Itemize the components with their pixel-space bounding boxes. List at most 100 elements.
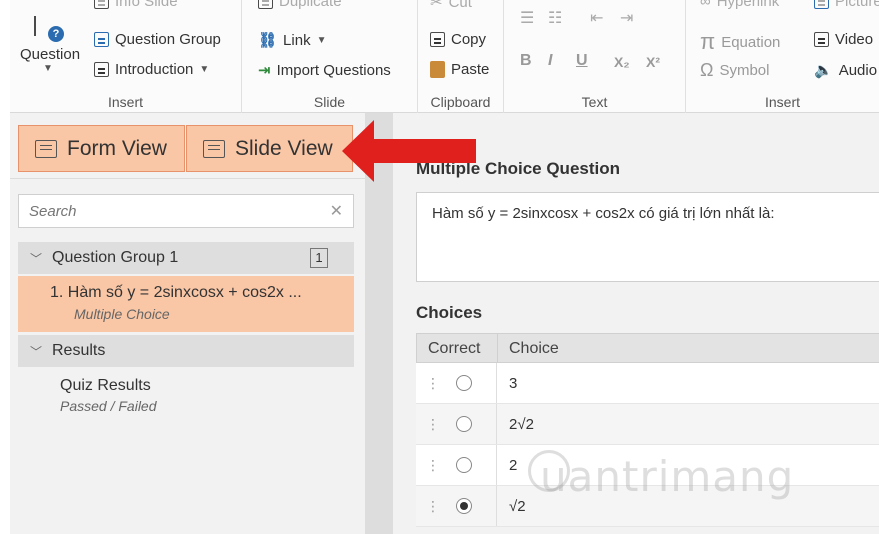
search-input[interactable] xyxy=(29,202,330,220)
group-label-insert-media: Insert xyxy=(764,94,800,110)
question-group-label: Question Group xyxy=(115,31,221,48)
introduction-button[interactable]: Introduction ▼ xyxy=(94,61,209,78)
ribbon-group-insert: ? Question ▼ Info Slide Question Group I… xyxy=(10,0,242,113)
question-button[interactable]: ? Question ▼ xyxy=(20,4,80,74)
correct-radio[interactable] xyxy=(456,416,472,432)
info-slide-button[interactable]: Info Slide xyxy=(94,0,178,10)
clear-icon[interactable]: ✕ xyxy=(330,201,343,221)
results-group-row[interactable]: ﹀ Results xyxy=(18,335,354,367)
correct-radio[interactable] xyxy=(456,375,472,391)
bullet-list-icon[interactable]: ☰ xyxy=(520,8,534,28)
question-group-icon xyxy=(94,32,109,47)
decrease-indent-icon[interactable]: ⇤ xyxy=(590,8,603,28)
search-box: ✕ xyxy=(18,194,354,228)
symbol-button[interactable]: Ω Symbol xyxy=(700,60,770,81)
question-group-row[interactable]: ﹀ Question Group 1 1 xyxy=(18,242,354,274)
chevron-down-icon[interactable]: ﹀ xyxy=(30,343,52,360)
ribbon-group-slide: Duplicate ⛓ Link ▼ ⇥ Import Questions Sl… xyxy=(242,0,418,113)
ribbon: ? Question ▼ Info Slide Question Group I… xyxy=(10,0,879,113)
paste-label: Paste xyxy=(451,61,490,78)
copy-button[interactable]: Copy xyxy=(430,31,486,48)
form-view-icon xyxy=(35,139,57,158)
form-view-tab[interactable]: Form View xyxy=(18,125,185,172)
picture-button[interactable]: Picture xyxy=(814,0,879,10)
form-view-label: Form View xyxy=(67,136,167,160)
group-label-slide: Slide xyxy=(313,94,346,110)
subscript-button[interactable]: X₂ xyxy=(614,54,630,70)
slide-view-label: Slide View xyxy=(235,136,333,160)
column-header-choice: Choice xyxy=(509,340,559,357)
ribbon-group-clipboard: ✂ Cut Copy Paste Clipboard xyxy=(418,0,504,113)
audio-label: Audio xyxy=(838,61,878,79)
chevron-down-icon: ▼ xyxy=(316,34,327,46)
question-item-type: Multiple Choice xyxy=(74,306,170,322)
chevron-down-icon[interactable]: ﹀ xyxy=(30,250,52,267)
import-icon: ⇥ xyxy=(258,62,271,79)
numbered-list-icon[interactable]: ☷ xyxy=(548,8,562,28)
question-list-item[interactable]: 1. Hàm số y = 2sinxcosx + cos2x ... Mult… xyxy=(18,276,354,332)
video-label: Video xyxy=(835,31,874,48)
question-list-panel: Form View Slide View ✕ ﹀ Question Group … xyxy=(10,113,365,534)
import-questions-label: Import Questions xyxy=(276,61,391,79)
group-label-clipboard: Clipboard xyxy=(430,94,491,110)
drag-handle-icon[interactable]: ⋮ xyxy=(426,376,440,390)
slide-view-icon xyxy=(203,139,225,158)
results-header: Results xyxy=(52,342,106,359)
link-button[interactable]: ⛓ Link ▼ xyxy=(258,31,327,50)
view-switcher: Form View Slide View xyxy=(10,113,365,179)
window-edge xyxy=(0,0,10,534)
introduction-label: Introduction xyxy=(115,61,194,78)
pi-icon: π xyxy=(700,29,716,54)
group-label-insert: Insert xyxy=(107,94,143,110)
film-icon xyxy=(814,32,829,47)
hyperlink-label: Hyperlink xyxy=(716,0,780,10)
red-arrow-annotation xyxy=(342,120,476,182)
column-header-correct: Correct xyxy=(417,334,498,362)
equation-button[interactable]: π Equation xyxy=(700,29,780,55)
chevron-down-icon: ▼ xyxy=(199,64,210,75)
audio-button[interactable]: 🔈 Audio xyxy=(814,61,878,80)
clipboard-icon xyxy=(430,61,445,78)
question-item-title: 1. Hàm số y = 2sinxcosx + cos2x ... xyxy=(50,284,302,301)
choice-row[interactable]: ⋮ 3 xyxy=(416,363,879,404)
drag-handle-icon[interactable]: ⋮ xyxy=(426,417,440,431)
results-item-title: Quiz Results xyxy=(60,377,151,394)
copy-label: Copy xyxy=(451,31,487,48)
drag-handle-icon[interactable]: ⋮ xyxy=(426,499,440,513)
underline-button[interactable]: U xyxy=(576,52,588,70)
cut-label: Cut xyxy=(448,0,472,11)
group-label-text: Text xyxy=(581,94,608,110)
question-count-badge: 1 xyxy=(310,248,328,268)
choice-row[interactable]: ⋮ 2√2 xyxy=(416,404,879,445)
correct-radio[interactable] xyxy=(456,498,472,514)
ribbon-group-text: ☰ ☷ ⇤ ⇥ B I U X₂ X² Text xyxy=(504,0,686,113)
choice-text[interactable]: 2√2 xyxy=(497,404,879,444)
duplicate-button[interactable]: Duplicate xyxy=(258,0,342,10)
bold-button[interactable]: B xyxy=(520,52,532,70)
omega-icon: Ω xyxy=(700,60,714,80)
watermark-text: uantrimang xyxy=(540,452,795,501)
increase-indent-icon[interactable]: ⇥ xyxy=(620,8,633,28)
cut-button[interactable]: ✂ Cut xyxy=(430,0,472,11)
results-list-item[interactable]: Quiz Results Passed / Failed xyxy=(18,375,354,425)
italic-button[interactable]: I xyxy=(548,52,552,70)
slide-view-tab[interactable]: Slide View xyxy=(186,125,353,172)
picture-icon xyxy=(814,0,829,9)
info-slide-label: Info Slide xyxy=(115,0,178,10)
choice-correct-cell: ⋮ xyxy=(416,404,497,444)
import-questions-button[interactable]: ⇥ Import Questions xyxy=(258,61,391,80)
video-button[interactable]: Video xyxy=(814,31,873,48)
drag-handle-icon[interactable]: ⋮ xyxy=(426,458,440,472)
speaker-icon: 🔈 xyxy=(814,62,833,79)
paste-button[interactable]: Paste xyxy=(430,61,489,78)
superscript-button[interactable]: X² xyxy=(646,54,660,70)
question-group-button[interactable]: Question Group xyxy=(94,31,221,48)
correct-radio[interactable] xyxy=(456,457,472,473)
hyperlink-button[interactable]: ∞ Hyperlink xyxy=(700,0,779,10)
choices-table-header: Correct Choice xyxy=(416,333,879,363)
choice-correct-cell: ⋮ xyxy=(416,486,497,526)
question-text-field[interactable]: Hàm số y = 2sinxcosx + cos2x có giá trị … xyxy=(416,192,879,282)
choices-title: Choices xyxy=(416,303,483,322)
link-label: Link xyxy=(283,31,311,49)
choice-text[interactable]: 3 xyxy=(497,363,879,403)
